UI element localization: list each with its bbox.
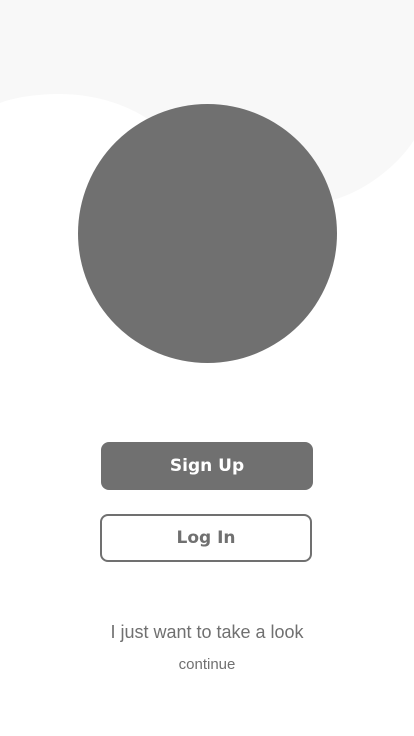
- guest-prompt-text: I just want to take a look: [110, 622, 304, 642]
- sign-up-button[interactable]: Sign Up: [101, 442, 313, 490]
- hero-image-placeholder: [78, 104, 337, 363]
- continue-link[interactable]: continue: [157, 654, 257, 676]
- log-in-button[interactable]: Log In: [100, 514, 312, 562]
